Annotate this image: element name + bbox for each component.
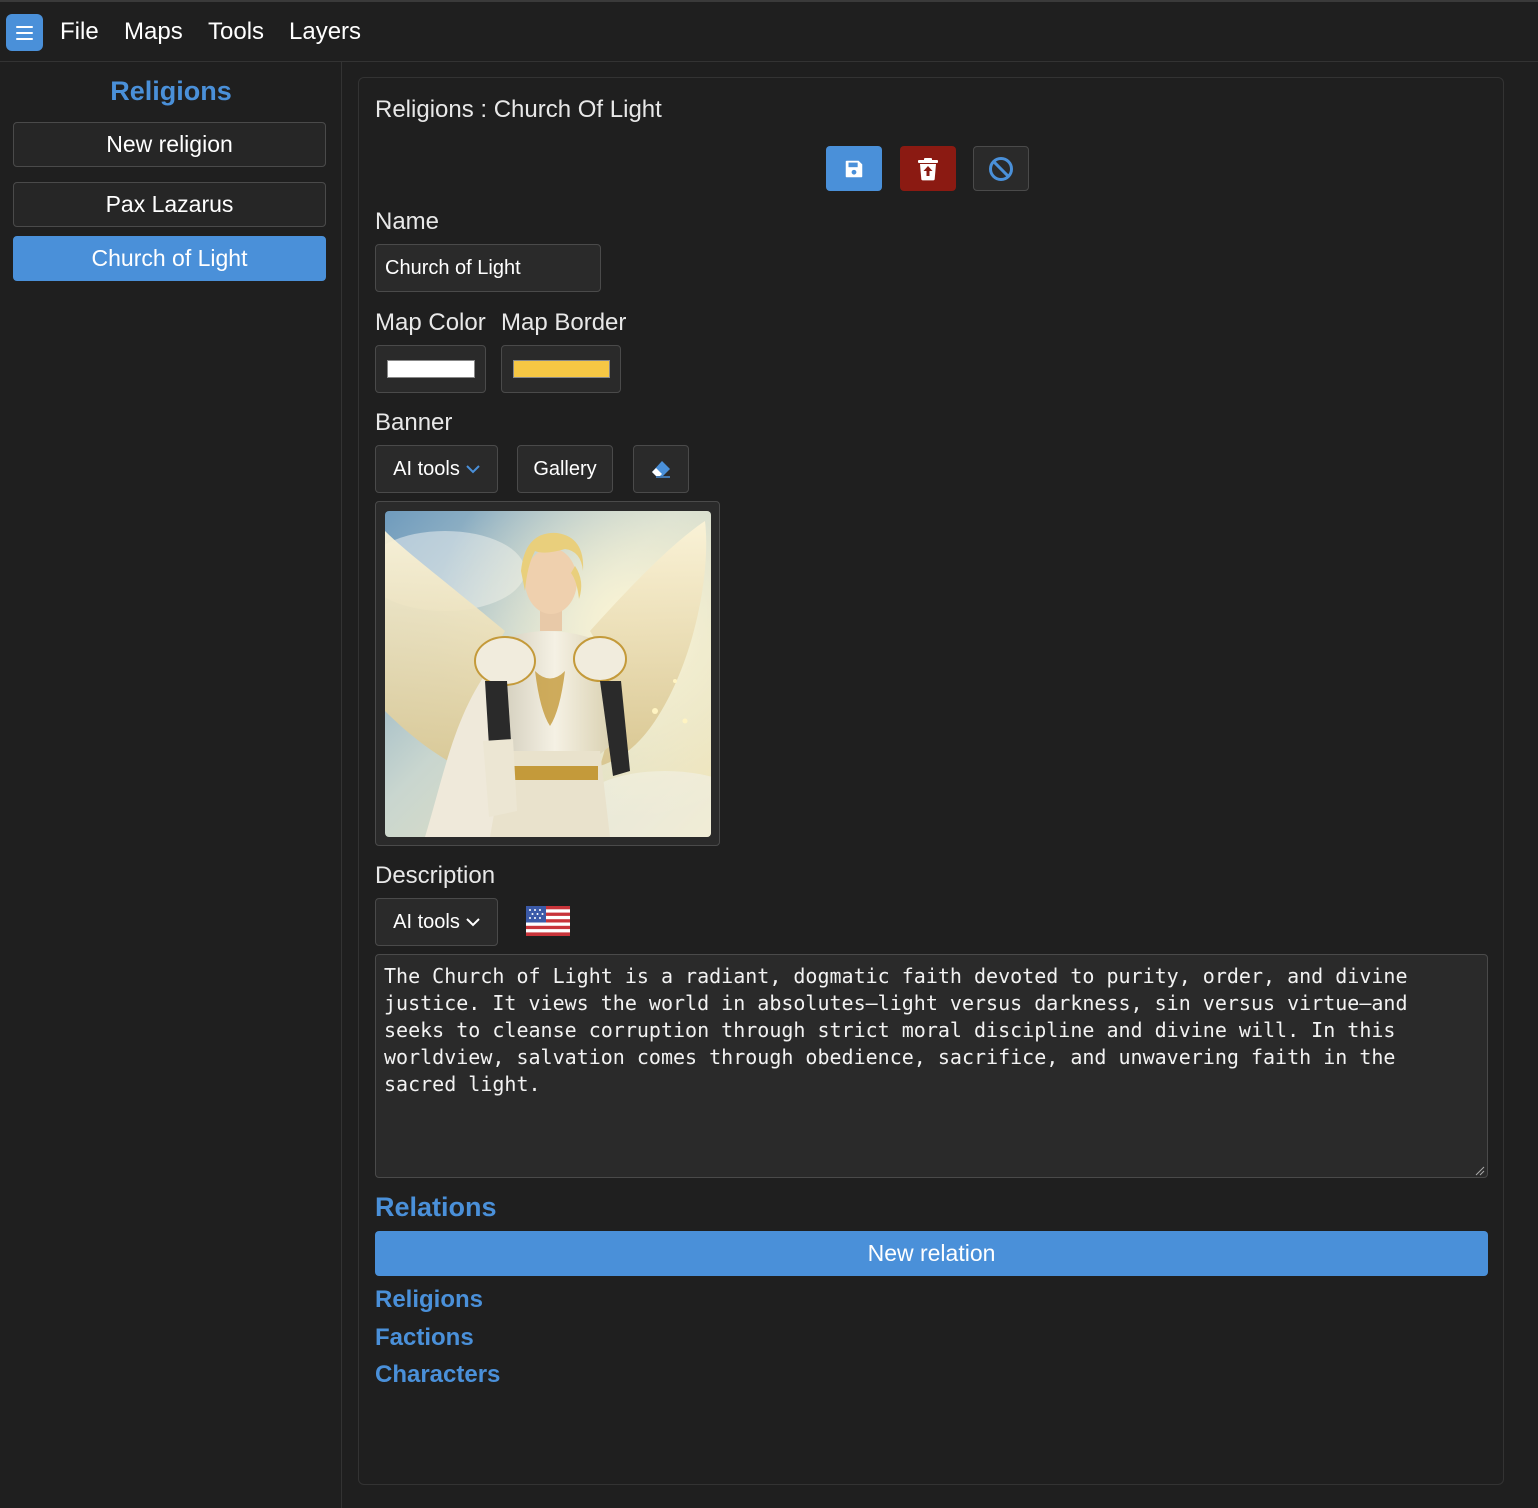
banner-image[interactable] xyxy=(385,511,711,837)
eraser-icon xyxy=(652,461,670,478)
delete-button[interactable] xyxy=(900,146,956,191)
sidebar: Religions New religion Pax Lazarus Churc… xyxy=(0,62,342,1508)
chevron-down-icon xyxy=(466,465,480,474)
trash-restore-icon xyxy=(918,157,938,180)
cancel-button[interactable] xyxy=(973,146,1029,191)
ban-icon xyxy=(989,156,1013,181)
resize-grip-icon[interactable] xyxy=(1473,1164,1485,1176)
banner-label: Banner xyxy=(375,409,453,436)
description-textarea[interactable]: The Church of Light is a radiant, dogmat… xyxy=(375,954,1488,1178)
save-icon xyxy=(845,160,863,177)
page-title: Religions : Church Of Light xyxy=(375,96,662,123)
language-selector[interactable] xyxy=(526,906,570,941)
map-color-label: Map Color xyxy=(375,309,486,336)
angel-knight-illustration xyxy=(385,511,711,837)
relations-characters-link[interactable]: Characters xyxy=(375,1361,500,1389)
ai-tools-label: AI tools xyxy=(393,457,460,480)
menu-file[interactable]: File xyxy=(60,18,99,46)
chevron-down-icon xyxy=(466,918,480,927)
relations-factions-link[interactable]: Factions xyxy=(375,1324,474,1352)
banner-ai-tools-dropdown[interactable]: AI tools xyxy=(375,445,498,493)
religion-editor-panel: Religions : Church Of Light Name Church … xyxy=(358,77,1504,1485)
clear-banner-button[interactable] xyxy=(633,445,689,493)
relations-religions-link[interactable]: Religions xyxy=(375,1286,483,1314)
sidebar-item-church-of-light[interactable]: Church of Light xyxy=(13,236,326,281)
save-button[interactable] xyxy=(826,146,882,191)
banner-frame xyxy=(375,501,720,846)
us-flag-icon xyxy=(526,906,570,936)
ai-tools-label: AI tools xyxy=(393,910,460,933)
new-relation-button[interactable]: New relation xyxy=(375,1231,1488,1276)
map-color-swatch xyxy=(386,360,475,378)
name-label: Name xyxy=(375,208,440,235)
map-color-picker[interactable] xyxy=(375,345,486,393)
hamburger-menu-button[interactable] xyxy=(6,14,43,51)
map-border-picker[interactable] xyxy=(501,345,621,393)
description-label: Description xyxy=(375,862,496,889)
menu-maps[interactable]: Maps xyxy=(124,18,183,46)
gallery-button[interactable]: Gallery xyxy=(517,445,613,493)
new-religion-button[interactable]: New religion xyxy=(13,122,326,167)
relations-heading: Relations xyxy=(375,1192,497,1222)
map-border-label: Map Border xyxy=(501,309,627,336)
sidebar-item-pax-lazarus[interactable]: Pax Lazarus xyxy=(13,182,326,227)
menu-bar: File Maps Tools Layers xyxy=(0,0,1538,62)
name-field[interactable]: Church of Light xyxy=(375,244,601,292)
map-border-swatch xyxy=(512,360,610,378)
description-ai-tools-dropdown[interactable]: AI tools xyxy=(375,898,498,946)
sidebar-title: Religions xyxy=(110,76,232,106)
menu-layers[interactable]: Layers xyxy=(289,18,361,46)
menu-tools[interactable]: Tools xyxy=(208,18,264,46)
hamburger-icon xyxy=(16,25,33,40)
